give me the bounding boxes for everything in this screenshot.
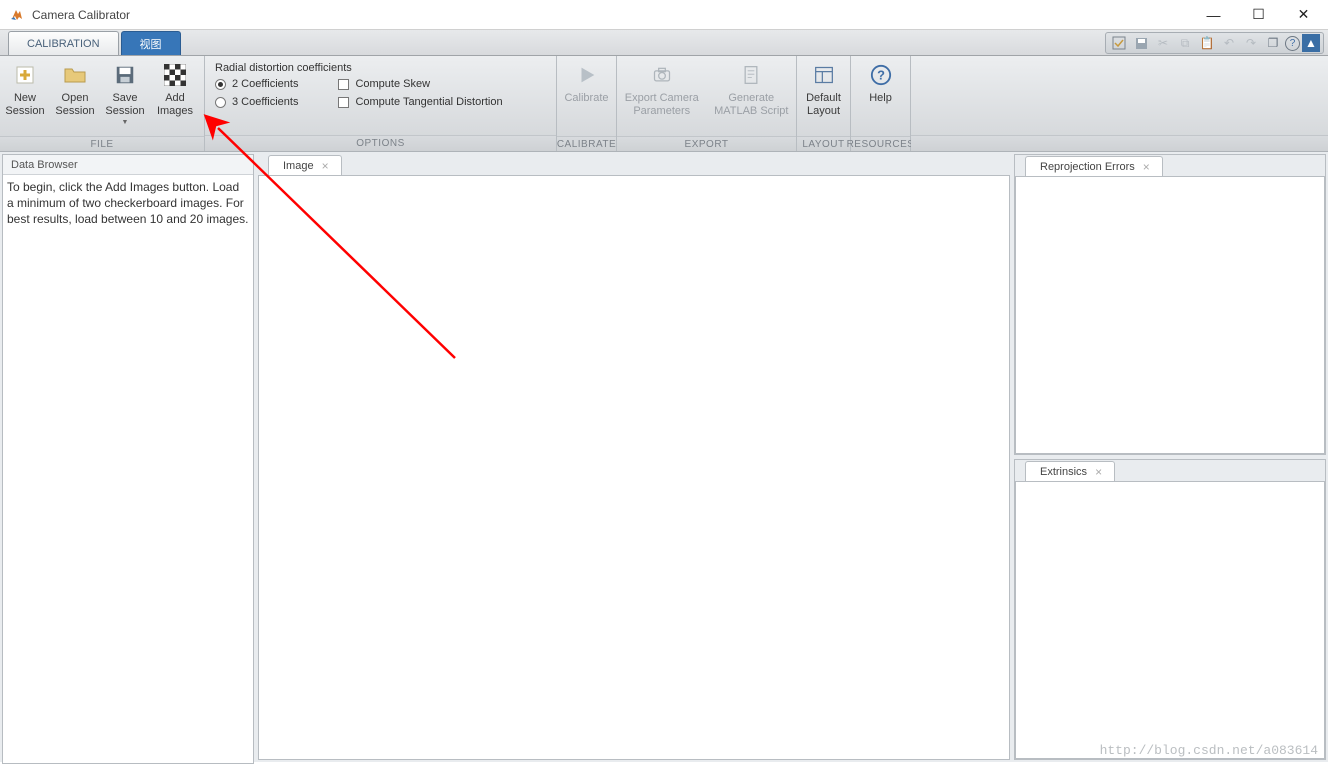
data-browser-title: Data Browser <box>3 155 253 175</box>
image-canvas <box>258 175 1010 760</box>
ribbon-group-resources: ? Help RESOURCES <box>851 56 911 151</box>
reprojection-errors-canvas <box>1015 176 1325 454</box>
extrinsics-label: Extrinsics <box>1040 466 1087 478</box>
ribbon-group-resources-label: RESOURCES <box>851 136 910 151</box>
ribbon: New Session Open Session Save Session ▼ … <box>0 56 1328 152</box>
open-folder-icon <box>62 62 88 88</box>
close-button[interactable]: ✕ <box>1281 0 1326 29</box>
camera-icon <box>649 62 675 88</box>
collapse-ribbon-icon[interactable]: ▲ <box>1302 34 1320 52</box>
calibrate-label: Calibrate <box>564 92 608 105</box>
default-layout-label: Default Layout <box>806 92 841 118</box>
ribbon-group-file: New Session Open Session Save Session ▼ … <box>0 56 205 151</box>
ribbon-spacer <box>911 56 1328 151</box>
add-images-label: Add Images <box>157 92 193 118</box>
floppy-icon <box>112 62 138 88</box>
ribbon-group-calibrate: Calibrate CALIBRATE <box>557 56 617 151</box>
check-compute-skew[interactable]: Compute Skew <box>338 78 502 90</box>
extrinsics-tab[interactable]: Extrinsics × <box>1025 461 1115 482</box>
windows-icon[interactable]: ❐ <box>1263 34 1283 52</box>
qat-icon-1[interactable] <box>1109 34 1129 52</box>
extrinsics-canvas <box>1015 481 1325 759</box>
help-label: Help <box>869 92 892 105</box>
export-camera-button[interactable]: Export Camera Parameters <box>617 56 707 136</box>
ribbon-tabstrip: CALIBRATION 视图 ✂ ⧉ 📋 ↶ ↷ ❐ ? ▲ <box>0 30 1328 56</box>
right-column: Reprojection Errors × Extrinsics × <box>1014 154 1326 760</box>
ribbon-group-export: Export Camera Parameters Generate MATLAB… <box>617 56 797 151</box>
minimize-button[interactable]: — <box>1191 0 1236 29</box>
checkerboard-icon <box>162 62 188 88</box>
maximize-button[interactable]: ☐ <box>1236 0 1281 29</box>
radio-2-coefficients[interactable]: 2 Coefficients <box>215 78 298 90</box>
image-panel: Image × <box>258 154 1010 760</box>
redo-icon[interactable]: ↷ <box>1241 34 1261 52</box>
copy-icon[interactable]: ⧉ <box>1175 34 1195 52</box>
window-title: Camera Calibrator <box>32 8 130 22</box>
extrinsics-panel: Extrinsics × <box>1014 459 1326 760</box>
ribbon-group-options-label: OPTIONS <box>205 135 556 151</box>
main-workspace: Data Browser To begin, click the Add Ima… <box>0 152 1328 762</box>
check-compute-tangential[interactable]: Compute Tangential Distortion <box>338 96 502 108</box>
image-tab[interactable]: Image × <box>268 155 342 176</box>
dropdown-icon: ▼ <box>122 119 129 126</box>
reprojection-errors-panel: Reprojection Errors × <box>1014 154 1326 455</box>
matlab-logo-icon <box>9 7 25 23</box>
question-icon: ? <box>868 62 894 88</box>
data-browser-panel: Data Browser To begin, click the Add Ima… <box>2 154 254 764</box>
help-icon[interactable]: ? <box>1285 36 1300 51</box>
undo-icon[interactable]: ↶ <box>1219 34 1239 52</box>
new-session-icon <box>12 62 38 88</box>
play-icon <box>574 62 600 88</box>
generate-script-button[interactable]: Generate MATLAB Script <box>707 56 797 136</box>
cut-icon[interactable]: ✂ <box>1153 34 1173 52</box>
default-layout-button[interactable]: Default Layout <box>797 56 850 136</box>
image-tab-label: Image <box>283 160 314 172</box>
watermark-text: http://blog.csdn.net/a083614 <box>1100 743 1318 758</box>
script-icon <box>738 62 764 88</box>
paste-icon[interactable]: 📋 <box>1197 34 1217 52</box>
ribbon-group-layout-label: LAYOUT <box>797 136 850 151</box>
export-camera-label: Export Camera Parameters <box>625 92 699 118</box>
generate-script-label: Generate MATLAB Script <box>714 92 788 118</box>
ribbon-group-file-label: FILE <box>0 136 204 151</box>
layout-icon <box>811 62 837 88</box>
ribbon-group-options: Radial distortion coefficients 2 Coeffic… <box>205 56 557 151</box>
open-session-label: Open Session <box>55 92 94 118</box>
new-session-button[interactable]: New Session <box>0 56 50 136</box>
close-icon[interactable]: × <box>1143 160 1150 174</box>
data-browser-body: To begin, click the Add Images button. L… <box>3 175 253 231</box>
save-session-button[interactable]: Save Session ▼ <box>100 56 150 136</box>
tab-calibration[interactable]: CALIBRATION <box>8 31 119 55</box>
ribbon-group-export-label: EXPORT <box>617 136 796 151</box>
svg-text:?: ? <box>877 68 885 83</box>
window-titlebar: Camera Calibrator — ☐ ✕ <box>0 0 1328 30</box>
calibrate-button[interactable]: Calibrate <box>557 56 616 136</box>
open-session-button[interactable]: Open Session <box>50 56 100 136</box>
radio-3-coefficients[interactable]: 3 Coefficients <box>215 96 298 108</box>
reprojection-errors-label: Reprojection Errors <box>1040 161 1135 173</box>
close-icon[interactable]: × <box>322 159 329 173</box>
ribbon-group-calibrate-label: CALIBRATE <box>557 136 616 151</box>
ribbon-group-layout: Default Layout LAYOUT <box>797 56 851 151</box>
save-icon[interactable] <box>1131 34 1151 52</box>
new-session-label: New Session <box>5 92 44 118</box>
tab-view[interactable]: 视图 <box>121 31 181 55</box>
save-session-label: Save Session <box>105 92 144 118</box>
help-button[interactable]: ? Help <box>851 56 910 136</box>
close-icon[interactable]: × <box>1095 465 1102 479</box>
quick-access-toolbar: ✂ ⧉ 📋 ↶ ↷ ❐ ? ▲ <box>1105 32 1324 54</box>
options-title: Radial distortion coefficients <box>215 62 352 74</box>
add-images-button[interactable]: Add Images <box>150 56 200 136</box>
reprojection-errors-tab[interactable]: Reprojection Errors × <box>1025 156 1163 177</box>
